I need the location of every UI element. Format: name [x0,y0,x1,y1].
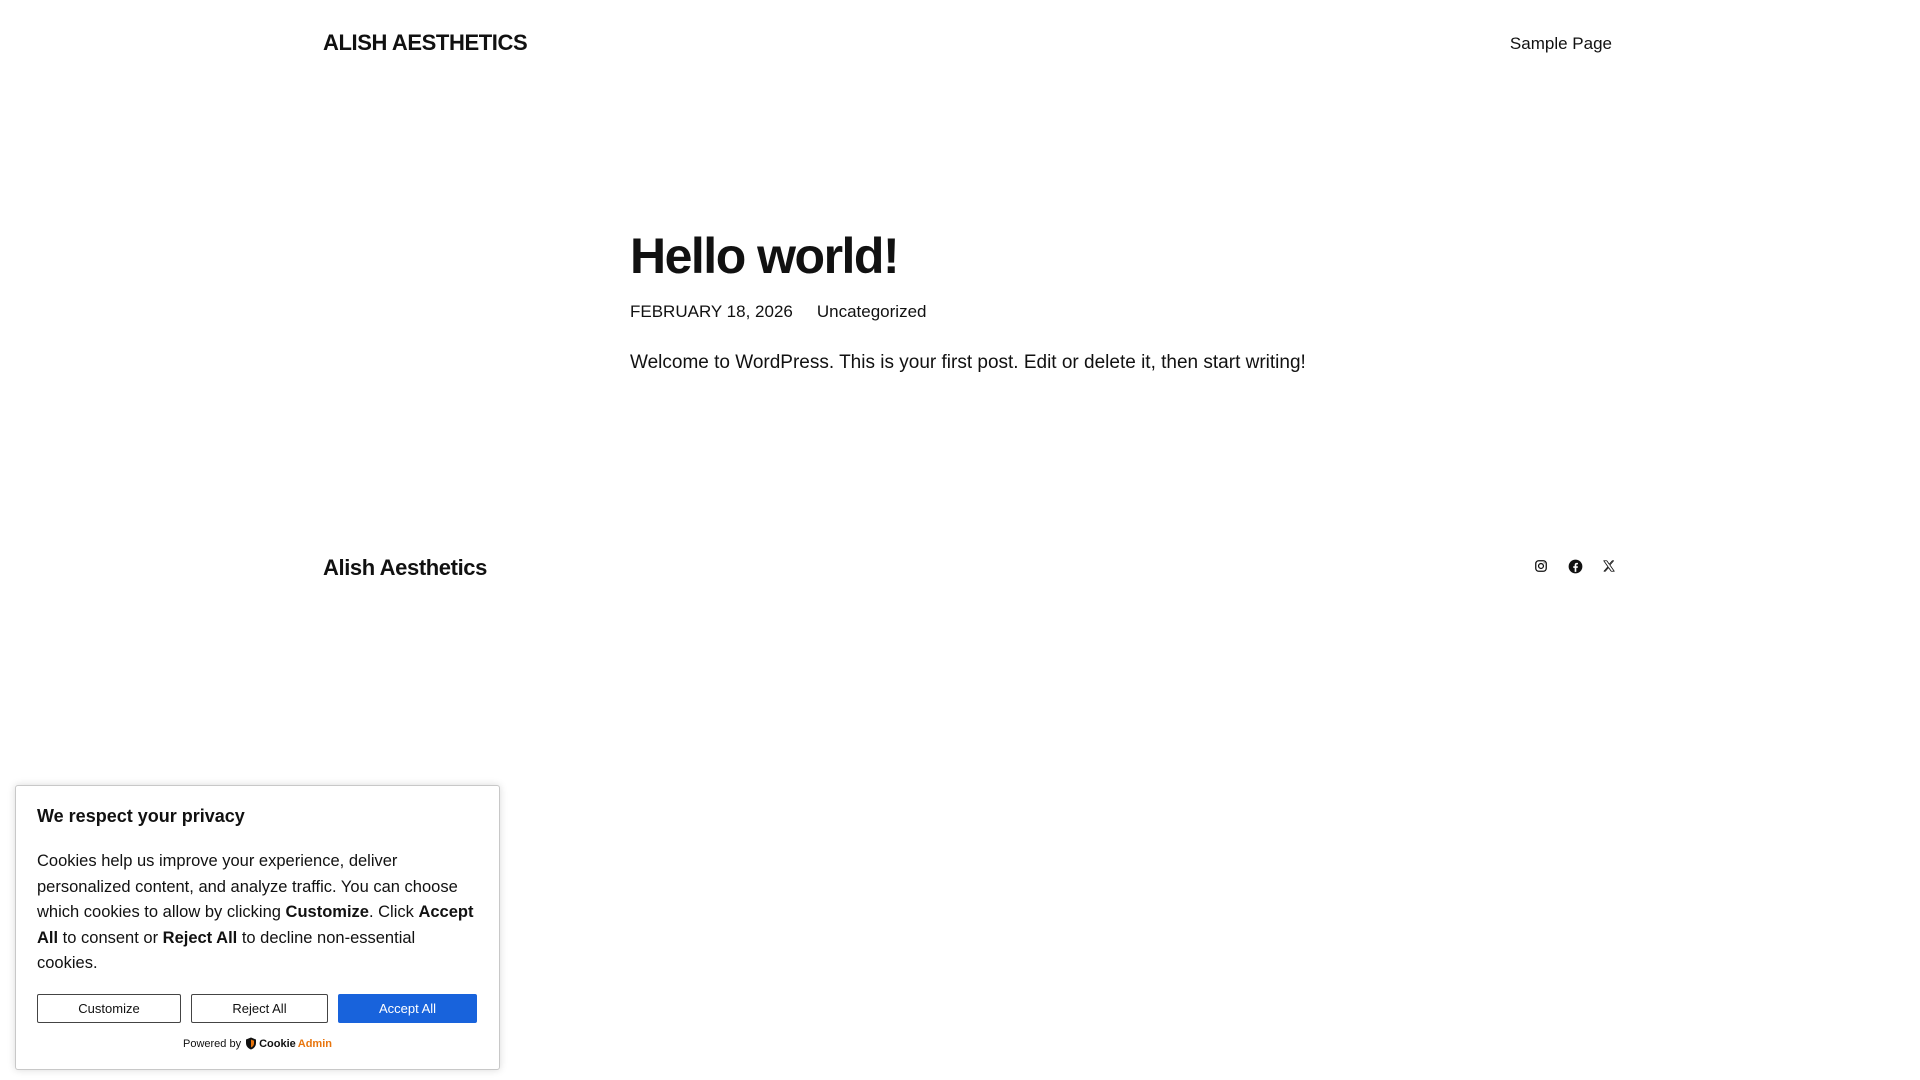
brand-name-part: Cookie [259,1037,296,1050]
post-title: Hello world! [630,228,900,284]
post-meta: February 18, 2026 Uncategorized [630,302,926,322]
cookieadmin-logo[interactable]: Cookie Admin [245,1037,332,1050]
cookie-buttons: Customize Reject All Accept All [37,994,477,1023]
cookie-text-part: to consent or [58,928,163,947]
powered-by-label: Powered by [182,1037,242,1050]
cookie-description: Cookies help us improve your experience,… [37,849,477,977]
cookie-text-bold: Reject All [162,928,238,947]
post-date[interactable]: February 18, 2026 [630,302,793,322]
cookie-consent-banner: We respect your privacy Cookies help us … [15,785,500,1070]
nav-sample-page[interactable]: Sample Page [1510,34,1612,54]
facebook-icon[interactable] [1566,557,1584,575]
reject-all-button[interactable]: Reject All [191,994,328,1023]
cookie-text-part: . Click [368,903,419,921]
instagram-icon[interactable] [1532,557,1550,575]
site-title[interactable]: ALISH AESTHETICS [323,30,528,56]
customize-button[interactable]: Customize [37,994,181,1023]
footer-site-title[interactable]: Alish Aesthetics [323,555,487,581]
social-links [1532,557,1618,575]
shield-icon [246,1037,257,1050]
post-content: Welcome to WordPress. This is your first… [630,352,1306,373]
cookie-text-bold: Customize [285,903,369,921]
x-icon[interactable] [1600,557,1618,575]
brand-name-part: Admin [297,1037,332,1050]
post-category[interactable]: Uncategorized [817,302,927,322]
powered-by: Powered by Cookie Admin [16,1037,499,1050]
accept-all-button[interactable]: Accept All [338,994,477,1023]
cookie-title: We respect your privacy [37,806,245,826]
